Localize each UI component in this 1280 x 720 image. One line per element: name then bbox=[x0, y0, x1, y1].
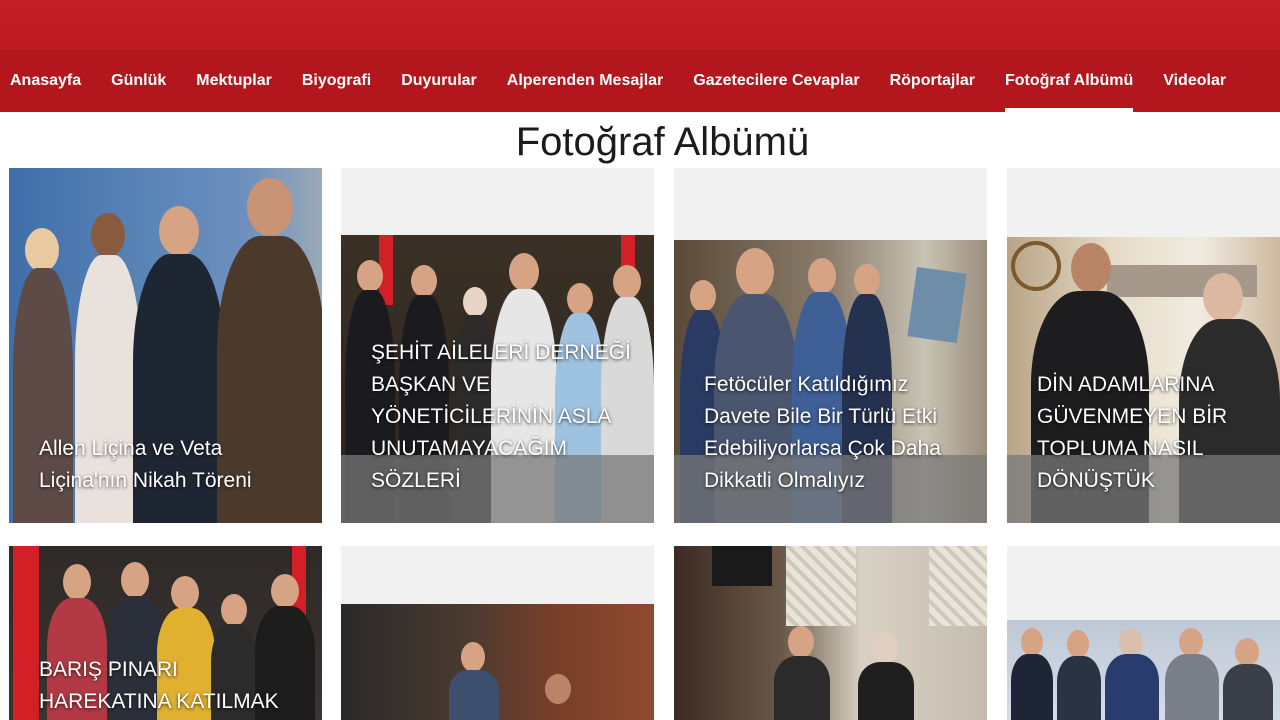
album-caption: DİN ADAMLARINA GÜVENMEYEN BİR TOPLUMA NA… bbox=[1037, 373, 1228, 492]
page-title: Fotoğraf Albümü bbox=[515, 120, 810, 164]
album-caption: ŞEHİT AİLELERİ DERNEĞİ BAŞKAN VE YÖNETİC… bbox=[371, 341, 631, 492]
nav-item-videolar[interactable]: Videolar bbox=[1163, 50, 1226, 112]
nav-item-anasayfa[interactable]: Anasayfa bbox=[10, 50, 81, 112]
album-card[interactable] bbox=[1007, 546, 1280, 720]
album-card[interactable] bbox=[341, 546, 654, 720]
nav-item-fotograf-albumu[interactable]: Fotoğraf Albümü bbox=[1004, 50, 1134, 112]
album-photo bbox=[674, 546, 987, 720]
album-card[interactable]: BARIŞ PINARI HAREKATINA KATILMAK bbox=[9, 546, 322, 720]
nav-item-gunluk[interactable]: Günlük bbox=[111, 50, 166, 112]
nav-item-gazetecilere-cevaplar[interactable]: Gazetecilere Cevaplar bbox=[693, 50, 859, 112]
album-caption: Fetöcüler Katıldığımız Davete Bile Bir T… bbox=[704, 373, 941, 492]
album-card[interactable]: ŞEHİT AİLELERİ DERNEĞİ BAŞKAN VE YÖNETİC… bbox=[341, 168, 654, 523]
album-card[interactable]: Fetöcüler Katıldığımız Davete Bile Bir T… bbox=[674, 168, 987, 523]
album-photo bbox=[1007, 620, 1280, 720]
main-nav: Anasayfa Günlük Mektuplar Biyografi Duyu… bbox=[0, 50, 1280, 112]
nav-item-mektuplar[interactable]: Mektuplar bbox=[196, 50, 272, 112]
album-photo bbox=[341, 604, 654, 720]
nav-item-biyografi[interactable]: Biyografi bbox=[302, 50, 371, 112]
album-card[interactable]: Allen Liçina ve Veta Liçina'nın Nikah Tö… bbox=[9, 168, 322, 523]
album-card[interactable] bbox=[674, 546, 987, 720]
nav-item-duyurular[interactable]: Duyurular bbox=[401, 50, 477, 112]
nav-item-alperenden-mesajlar[interactable]: Alperenden Mesajlar bbox=[507, 50, 664, 112]
nav-item-roportajlar[interactable]: Röportajlar bbox=[890, 50, 975, 112]
album-caption: BARIŞ PINARI HAREKATINA KATILMAK bbox=[39, 658, 279, 713]
album-card[interactable]: DİN ADAMLARINA GÜVENMEYEN BİR TOPLUMA NA… bbox=[1007, 168, 1280, 523]
album-caption: Allen Liçina ve Veta Liçina'nın Nikah Tö… bbox=[39, 437, 252, 492]
